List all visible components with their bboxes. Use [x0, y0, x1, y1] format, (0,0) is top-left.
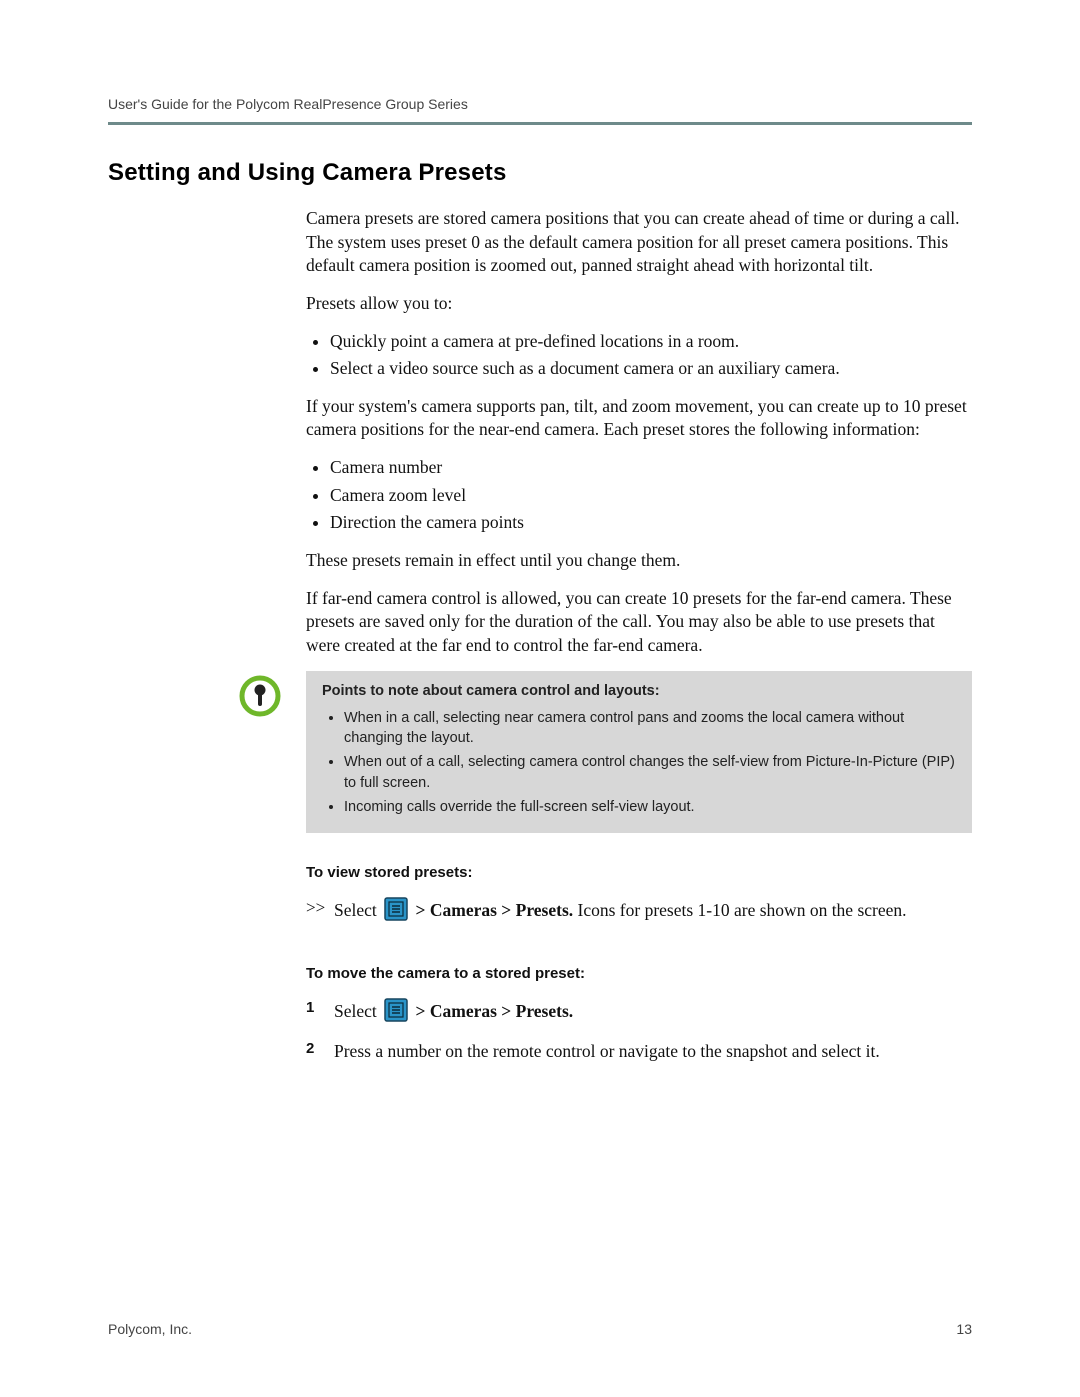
pin-note-icon	[239, 675, 281, 722]
list-preset-stores: Camera number Camera zoom level Directio…	[306, 456, 972, 535]
task-view-block: To view stored presets: >> Select > Came…	[306, 863, 972, 1063]
running-header: User's Guide for the Polycom RealPresenc…	[108, 96, 972, 125]
breadcrumb-cameras-presets: > Cameras > Presets.	[411, 900, 573, 920]
note-item: When out of a call, selecting camera con…	[344, 752, 956, 793]
note-icon-cell	[108, 671, 306, 722]
list-item: Camera number	[330, 456, 972, 480]
menu-icon	[384, 998, 408, 1029]
section-heading: Setting and Using Camera Presets	[108, 159, 972, 187]
note-item: Incoming calls override the full-screen …	[344, 797, 956, 817]
note-title: Points to note about camera control and …	[322, 681, 956, 701]
step-number: 1	[306, 998, 334, 1018]
step-text: Select > Cameras > Presets. Icons for pr…	[334, 897, 972, 928]
breadcrumb-cameras-presets: > Cameras > Presets.	[411, 1001, 573, 1021]
para-presets-allow: Presets allow you to:	[306, 292, 972, 316]
step-marker-arrow: >>	[306, 897, 334, 920]
note-box: Points to note about camera control and …	[306, 671, 972, 833]
note-item: When in a call, selecting near camera co…	[344, 708, 956, 749]
step-rest: Icons for presets 1-10 are shown on the …	[573, 900, 906, 920]
word-select: Select	[334, 900, 381, 920]
body-column: Camera presets are stored camera positio…	[306, 207, 972, 657]
word-select: Select	[334, 1001, 381, 1021]
footer-page-number: 13	[956, 1321, 972, 1337]
page-footer: Polycom, Inc. 13	[108, 1321, 972, 1337]
para-farend: If far-end camera control is allowed, yo…	[306, 587, 972, 658]
step-text: Select > Cameras > Presets.	[334, 998, 972, 1029]
task-heading-view: To view stored presets:	[306, 863, 972, 883]
para-ptz: If your system's camera supports pan, ti…	[306, 395, 972, 442]
list-item: Camera zoom level	[330, 484, 972, 508]
step-row: >> Select > Cameras > Presets. Icons for…	[306, 897, 972, 928]
step-row: 1 Select > Cameras > Presets.	[306, 998, 972, 1029]
menu-icon	[384, 897, 408, 928]
list-presets-allow: Quickly point a camera at pre-defined lo…	[306, 330, 972, 381]
para-intro: Camera presets are stored camera positio…	[306, 207, 972, 278]
task-heading-move: To move the camera to a stored preset:	[306, 964, 972, 984]
para-remain: These presets remain in effect until you…	[306, 549, 972, 573]
note-list: When in a call, selecting near camera co…	[322, 708, 956, 817]
footer-company: Polycom, Inc.	[108, 1321, 192, 1337]
document-page: User's Guide for the Polycom RealPresenc…	[0, 0, 1080, 1397]
step-row: 2 Press a number on the remote control o…	[306, 1039, 972, 1064]
list-item: Quickly point a camera at pre-defined lo…	[330, 330, 972, 354]
step-text: Press a number on the remote control or …	[334, 1039, 972, 1064]
note-callout: Points to note about camera control and …	[108, 671, 972, 833]
step-number: 2	[306, 1039, 334, 1059]
list-item: Select a video source such as a document…	[330, 357, 972, 381]
list-item: Direction the camera points	[330, 511, 972, 535]
